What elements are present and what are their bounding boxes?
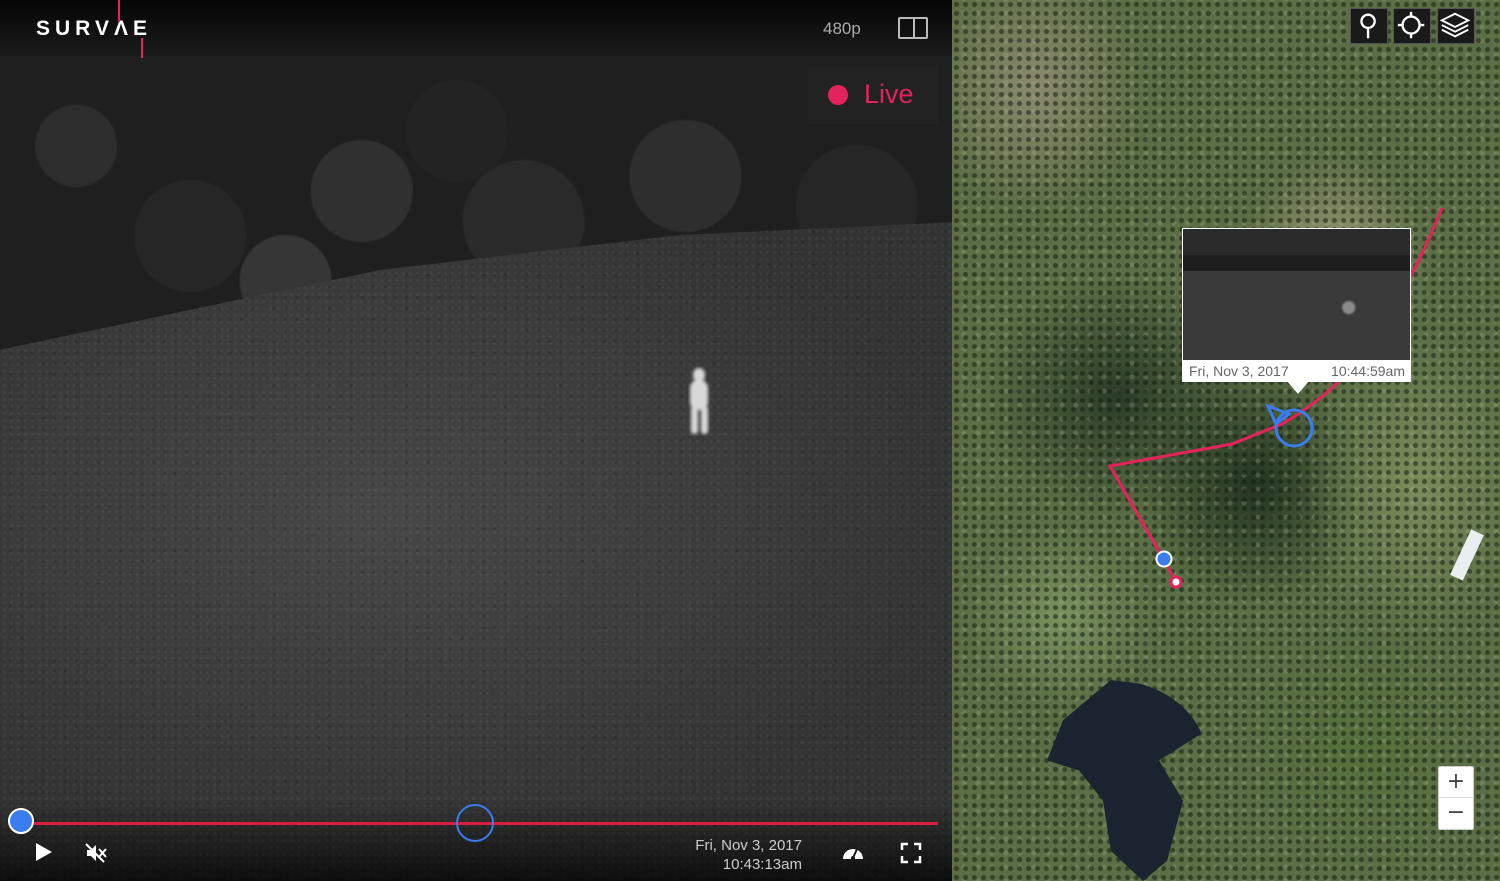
live-indicator-icon	[828, 85, 848, 105]
thermal-subject	[690, 368, 708, 434]
play-icon[interactable]	[36, 843, 52, 861]
split-view-icon[interactable]	[898, 17, 928, 39]
popup-pointer	[1286, 380, 1310, 394]
video-timestamp-time: 10:43:13am	[722, 856, 802, 873]
live-label: Live	[864, 79, 914, 109]
layers-icon	[1439, 12, 1471, 38]
logo-accent-top	[118, 0, 120, 22]
map-pin-icon	[1360, 13, 1376, 39]
video-timestamp-date: Fri, Nov 3, 2017	[695, 837, 802, 854]
zoom-controls: + −	[1438, 766, 1474, 830]
timeline-hover-marker[interactable]	[456, 804, 494, 842]
center-button[interactable]	[1393, 8, 1431, 44]
drone-position-marker	[1155, 550, 1173, 568]
thumbnail-date: Fri, Nov 3, 2017	[1189, 363, 1289, 379]
timeline-handle[interactable]	[8, 808, 34, 834]
drone-start-marker	[1169, 575, 1183, 589]
fullscreen-icon[interactable]	[900, 842, 922, 864]
frame-thumbnail-image	[1183, 229, 1410, 360]
mute-icon[interactable]	[84, 842, 108, 864]
quality-selector[interactable]: 480p	[823, 19, 861, 39]
map-pin-button[interactable]	[1350, 8, 1388, 44]
crosshair-icon	[1397, 11, 1425, 39]
zoom-out-button[interactable]: −	[1439, 798, 1473, 829]
video-pane[interactable]: SURVΛE 480p Live Fri, Nov 3, 2017 10:43:…	[0, 0, 952, 881]
frame-thumbnail-popup[interactable]: Fri, Nov 3, 2017 10:44:59am	[1182, 228, 1411, 394]
speedometer-icon[interactable]	[842, 843, 864, 861]
zoom-in-button[interactable]: +	[1439, 767, 1473, 798]
layers-button[interactable]	[1437, 8, 1475, 44]
live-button[interactable]: Live	[808, 66, 938, 124]
thumbnail-time: 10:44:59am	[1331, 363, 1405, 379]
map-pane[interactable]: Fri, Nov 3, 2017 10:44:59am + −	[952, 0, 1500, 881]
flight-path-layer	[1107, 207, 1444, 589]
app-logo: SURVΛE	[36, 17, 152, 40]
thumbnail-caption: Fri, Nov 3, 2017 10:44:59am	[1182, 362, 1411, 382]
video-timestamp: Fri, Nov 3, 2017 10:43:13am	[640, 836, 802, 874]
logo-accent-bottom	[141, 38, 143, 58]
